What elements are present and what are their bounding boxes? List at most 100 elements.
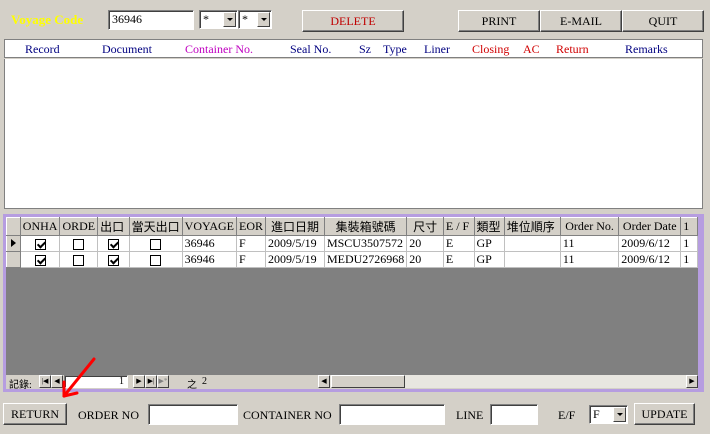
scrollbar-thumb[interactable] xyxy=(331,375,405,388)
combo-filter-2-value: * xyxy=(242,12,248,26)
last-record-button[interactable]: ▶| xyxy=(145,375,157,388)
checkbox[interactable] xyxy=(34,238,46,250)
new-record-button[interactable]: ▶* xyxy=(157,375,169,388)
col-ef[interactable]: E / F xyxy=(442,217,475,236)
cell-orde[interactable] xyxy=(59,251,99,268)
checkbox[interactable] xyxy=(73,254,85,266)
header-ac: AC xyxy=(523,42,540,56)
col-import-date[interactable]: 進口日期 xyxy=(265,217,325,236)
ef-label: E/F xyxy=(558,408,576,422)
col-onha[interactable]: ONHA xyxy=(19,217,61,236)
email-button[interactable]: E-MAIL xyxy=(540,10,622,32)
current-record-icon xyxy=(11,239,16,247)
cell-dangtian[interactable] xyxy=(129,235,183,252)
checkbox[interactable] xyxy=(107,238,119,250)
col-extra[interactable]: 1 xyxy=(680,217,698,236)
cell-voyage[interactable]: 36946 xyxy=(182,251,238,268)
next-record-button[interactable]: ▶ xyxy=(133,375,145,388)
row-selector-current[interactable] xyxy=(6,235,21,252)
cell-stack-order[interactable] xyxy=(504,235,561,252)
row-selector[interactable] xyxy=(6,251,21,268)
checkbox[interactable] xyxy=(150,254,162,266)
cell-import-date[interactable]: 2009/5/19 xyxy=(265,251,325,268)
first-record-button[interactable]: |◀ xyxy=(39,375,51,388)
combo-filter-1[interactable]: * xyxy=(199,10,238,29)
col-dangtian[interactable]: 當天出口 xyxy=(128,217,183,236)
cell-orde[interactable] xyxy=(59,235,99,252)
col-container-no[interactable]: 集裝箱號碼 xyxy=(323,217,408,236)
cell-stack-order[interactable] xyxy=(504,251,561,268)
datasheet-table: ONHA ORDE 出口 當天出口 VOYAGE EOR 進口日期 集裝箱號碼 … xyxy=(6,217,698,268)
col-type[interactable]: 類型 xyxy=(473,217,505,236)
checkbox[interactable] xyxy=(107,254,119,266)
col-size[interactable]: 尺寸 xyxy=(406,217,444,236)
cell-onha[interactable] xyxy=(20,235,61,252)
cell-extra[interactable]: 1 xyxy=(680,235,698,252)
col-orde[interactable]: ORDE xyxy=(59,217,99,236)
cell-voyage[interactable]: 36946 xyxy=(182,235,238,252)
print-button[interactable]: PRINT xyxy=(458,10,540,32)
col-eor[interactable]: EOR xyxy=(236,217,267,236)
voyage-code-input[interactable]: 36946 xyxy=(108,10,194,30)
horizontal-scrollbar[interactable]: ◀ ▶ xyxy=(318,375,698,388)
update-button[interactable]: UPDATE xyxy=(634,403,695,425)
checkbox[interactable] xyxy=(150,238,162,250)
return-button[interactable]: RETURN xyxy=(3,403,67,425)
header-return: Return xyxy=(556,42,589,56)
checkbox[interactable] xyxy=(34,254,46,266)
cell-size[interactable]: 20 xyxy=(406,235,444,252)
table-row[interactable]: 36946 F 2009/5/19 MSCU3507572 20 E GP 11… xyxy=(6,235,698,252)
col-voyage[interactable]: VOYAGE xyxy=(181,217,238,236)
chevron-down-icon[interactable] xyxy=(613,407,626,422)
col-chukou[interactable]: 出口 xyxy=(97,217,130,236)
checkbox[interactable] xyxy=(73,238,85,250)
cell-eor[interactable]: F xyxy=(236,235,267,252)
record-navigation-bar: 記錄: |◀ ◀ 1 ▶ ▶| ▶* 之 2 ◀ ▶ xyxy=(6,375,698,389)
cell-chukou[interactable] xyxy=(97,251,130,268)
col-order-date[interactable]: Order Date xyxy=(618,217,682,236)
line-input[interactable] xyxy=(490,404,538,425)
record-list-body[interactable] xyxy=(4,59,703,209)
container-no-input[interactable] xyxy=(339,404,445,425)
cell-onha[interactable] xyxy=(20,251,61,268)
cell-extra[interactable]: 1 xyxy=(680,251,698,268)
header-record: Record xyxy=(25,42,60,56)
col-stack-order[interactable]: 堆位順序 xyxy=(503,217,561,236)
cell-container-no[interactable]: MEDU2726968 xyxy=(324,251,408,268)
cell-ef[interactable]: E xyxy=(443,235,475,252)
order-no-label: ORDER NO xyxy=(78,408,140,422)
cell-dangtian[interactable] xyxy=(129,251,183,268)
datasheet[interactable]: ONHA ORDE 出口 當天出口 VOYAGE EOR 進口日期 集裝箱號碼 … xyxy=(6,217,698,389)
table-row[interactable]: 36946 F 2009/5/19 MEDU2726968 20 E GP 11… xyxy=(6,251,698,268)
ef-combo[interactable]: F xyxy=(589,405,628,424)
cell-order-no[interactable]: 11 xyxy=(560,251,620,268)
cell-eor[interactable]: F xyxy=(236,251,267,268)
order-no-input[interactable] xyxy=(148,404,238,425)
quit-button[interactable]: QUIT xyxy=(622,10,704,32)
header-liner: Liner xyxy=(424,42,450,56)
chevron-down-icon[interactable] xyxy=(257,12,270,27)
cell-chukou[interactable] xyxy=(97,235,130,252)
delete-button[interactable]: DELETE xyxy=(302,10,404,32)
combo-filter-2[interactable]: * xyxy=(238,10,272,29)
cell-order-no[interactable]: 11 xyxy=(560,235,620,252)
datasheet-header-row: ONHA ORDE 出口 當天出口 VOYAGE EOR 進口日期 集裝箱號碼 … xyxy=(6,217,698,236)
scroll-right-icon[interactable]: ▶ xyxy=(686,375,698,388)
current-record-value: 1 xyxy=(119,376,124,387)
record-list-header: Record Document Container No. Seal No. S… xyxy=(4,39,703,58)
cell-container-no[interactable]: MSCU3507572 xyxy=(324,235,408,252)
col-order-no[interactable]: Order No. xyxy=(559,217,620,236)
cell-order-date[interactable]: 2009/6/12 xyxy=(618,251,682,268)
cell-size[interactable]: 20 xyxy=(406,251,444,268)
container-no-label: CONTAINER NO xyxy=(243,408,332,422)
scroll-left-icon[interactable]: ◀ xyxy=(318,375,330,388)
cell-type[interactable]: GP xyxy=(474,251,505,268)
voyage-code-value: 36946 xyxy=(112,12,142,26)
cell-ef[interactable]: E xyxy=(443,251,475,268)
cell-import-date[interactable]: 2009/5/19 xyxy=(265,235,325,252)
cell-type[interactable]: GP xyxy=(474,235,505,252)
header-closing: Closing xyxy=(472,42,510,56)
annotation-arrow-icon xyxy=(62,357,96,398)
cell-order-date[interactable]: 2009/6/12 xyxy=(618,235,682,252)
chevron-down-icon[interactable] xyxy=(223,12,236,27)
